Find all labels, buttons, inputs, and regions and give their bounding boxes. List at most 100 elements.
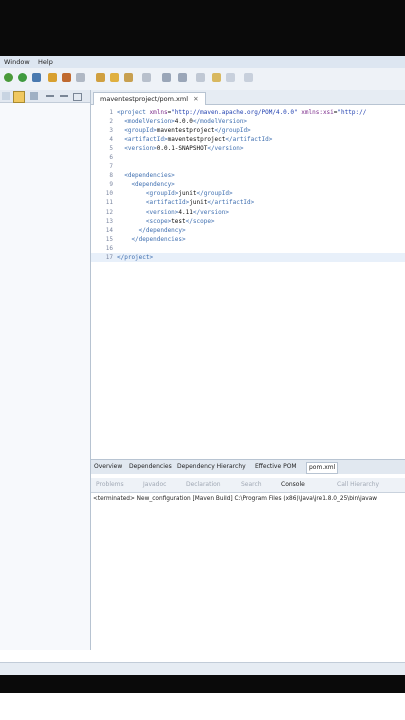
line-number: 14 (105, 226, 113, 234)
pom-tab-dependencies[interactable]: Dependencies (129, 462, 172, 472)
line-number: 2 (109, 118, 113, 126)
collapse-all-icon[interactable] (13, 91, 25, 103)
nav-icon[interactable] (142, 73, 151, 82)
code-token: maventestproject (156, 127, 215, 135)
open-type-icon[interactable] (62, 73, 71, 82)
code-token: junit (178, 190, 197, 198)
more-icon[interactable] (244, 73, 253, 82)
code-line[interactable]: 6 (91, 153, 405, 162)
code-token: "http:// (337, 109, 367, 116)
console-view: Problems Javadoc Declaration Search Console C… (91, 474, 405, 662)
editor-tab-pom[interactable]: maventestproject/pom.xml ✕ (93, 92, 206, 105)
bottom-margin (0, 693, 405, 720)
console-tab-problems[interactable]: Problems (96, 481, 124, 488)
menu-window[interactable]: Window (4, 58, 30, 66)
package-icon[interactable] (48, 73, 57, 82)
pom-tab-effective-pom[interactable]: Effective POM (255, 462, 297, 472)
folder-icon[interactable] (96, 73, 105, 82)
line-text: <artifactId>junit</artifactId> (117, 198, 254, 207)
code-line[interactable]: 4 <artifactId>maventestproject</artifact… (91, 135, 405, 144)
pin-icon[interactable] (212, 73, 221, 82)
code-line[interactable]: 15 </dependencies> (91, 235, 405, 244)
code-token: </scope> (185, 217, 215, 225)
run-icon[interactable] (4, 73, 13, 82)
task-icon[interactable] (124, 73, 133, 82)
forward-icon[interactable] (178, 73, 187, 82)
console-tab-search[interactable]: Search (241, 481, 262, 488)
code-line[interactable]: 2 <modelVersion>4.0.0</modelVersion> (91, 117, 405, 126)
code-line[interactable]: 14 </dependency> (91, 226, 405, 235)
view-icon (2, 92, 10, 100)
new-icon[interactable] (32, 73, 41, 82)
code-line[interactable]: 13 <scope>test</scope> (91, 217, 405, 226)
code-token: 0.0.1-SNAPSHOT (156, 145, 208, 153)
code-line[interactable]: 12 <version>4.11</version> (91, 208, 405, 217)
code-token: </project> (117, 253, 154, 261)
pom-editor[interactable]: maventestproject/pom.xml ✕ 1 <project xml… (91, 90, 405, 510)
back-icon[interactable] (162, 73, 171, 82)
line-text: <project xmlns="http://maven.apache.org/… (117, 108, 366, 117)
console-tab-console[interactable]: Console (281, 481, 305, 488)
maximize-icon[interactable] (73, 93, 82, 101)
code-token: xmlns:xsi (301, 109, 334, 116)
code-token: <artifactId> (117, 136, 168, 144)
package-explorer (0, 90, 91, 650)
line-number: 10 (105, 190, 113, 198)
line-number: 8 (109, 172, 113, 180)
annotation-icon[interactable] (110, 73, 119, 82)
code-token: xmlns (149, 109, 168, 116)
package-explorer-header (0, 90, 90, 103)
console-tab-javadoc[interactable]: Javadoc (143, 481, 166, 488)
line-text: <modelVersion>4.0.0</modelVersion> (117, 117, 247, 126)
pom-tab-overview[interactable]: Overview (94, 462, 122, 472)
last-edit-icon[interactable] (196, 73, 205, 82)
menu-help[interactable]: Help (38, 58, 53, 66)
line-text: <groupId>junit</groupId> (117, 189, 233, 198)
debug-run-icon[interactable] (18, 73, 27, 82)
code-line[interactable]: 5 <version>0.0.1-SNAPSHOT</version> (91, 144, 405, 153)
code-token: <version> (117, 145, 157, 153)
view-menu-icon[interactable] (46, 95, 54, 97)
close-icon[interactable]: ✕ (193, 95, 198, 103)
code-line[interactable]: 3 <groupId>maventestproject</groupId> (91, 126, 405, 135)
code-token: junit (189, 199, 208, 207)
line-text: <scope>test</scope> (117, 217, 215, 226)
eclipse-window: Window Help maventestproject/pom.xml ✕ 1… (0, 56, 405, 675)
code-token: </version> (207, 145, 244, 153)
line-text: <dependency> (117, 180, 174, 189)
minimize-icon[interactable] (60, 95, 68, 97)
history-icon[interactable] (226, 73, 235, 82)
code-line[interactable]: 10 <groupId>junit</groupId> (91, 189, 405, 198)
code-token: </dependency> (117, 226, 186, 234)
code-line[interactable]: 8 <dependencies> (91, 171, 405, 180)
line-number: 17 (105, 253, 113, 261)
status-bar (0, 662, 405, 675)
code-token: maventestproject (167, 136, 226, 144)
line-number: 1 (109, 109, 113, 116)
console-tab-declaration[interactable]: Declaration (186, 481, 221, 488)
search-icon[interactable] (76, 73, 85, 82)
code-token: <modelVersion> (117, 118, 175, 126)
link-editor-icon[interactable] (30, 92, 38, 100)
code-line[interactable]: 9 <dependency> (91, 180, 405, 189)
code-token: 4.0.0 (174, 118, 193, 126)
line-text: <version>0.0.1-SNAPSHOT</version> (117, 144, 243, 153)
code-line[interactable]: 7 (91, 162, 405, 171)
code-line[interactable]: 17 </project> (91, 252, 405, 262)
video-letterbox-bottom (0, 675, 405, 693)
code-token: </modelVersion> (192, 118, 248, 126)
pom-tab-dependency-hierarchy[interactable]: Dependency Hierarchy (177, 462, 246, 472)
code-area[interactable]: 1 <project xmlns="http://maven.apache.org… (91, 108, 405, 262)
code-token: <scope> (117, 217, 172, 225)
line-number: 5 (109, 145, 113, 153)
line-number: 6 (109, 154, 113, 162)
code-line[interactable]: 1 <project xmlns="http://maven.apache.org… (91, 108, 405, 117)
code-line[interactable]: 11 <artifactId>junit</artifactId> (91, 198, 405, 207)
code-token: "http://maven.apache.org/POM/4.0.0" (171, 109, 298, 116)
console-tab-call-hierarchy[interactable]: Call Hierarchy (337, 481, 379, 488)
code-line[interactable]: 16 (91, 244, 405, 253)
code-token: test (171, 217, 186, 225)
line-number: 15 (105, 235, 113, 243)
line-text: </dependencies> (117, 235, 185, 244)
pom-tab-pom-xml[interactable]: pom.xml (306, 462, 339, 474)
